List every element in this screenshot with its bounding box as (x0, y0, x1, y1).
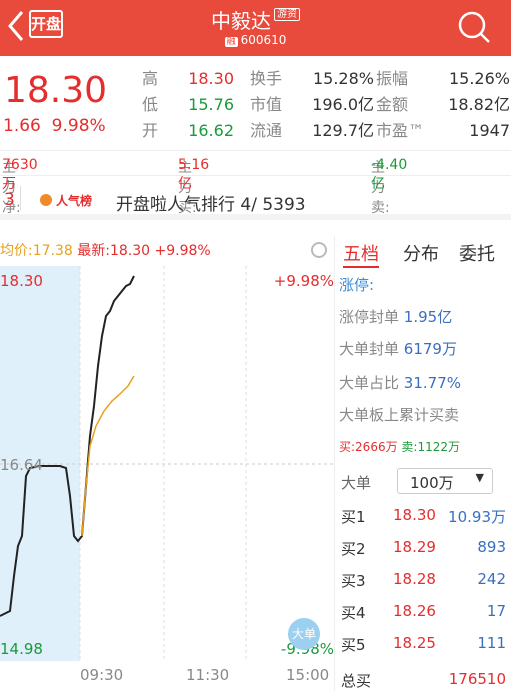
quote-cell-value: 18.82亿 (448, 95, 510, 114)
level-label: 买5 (341, 636, 366, 654)
accum-label: 大单板上累计买卖 (339, 406, 460, 424)
quote-cell-value: 16.62 (188, 121, 234, 140)
big-order-select-row: 大单 100万 ▼ (335, 468, 511, 496)
order-book-panel: 五档 分布 委托 涨停: 涨停封单 1.95亿 大单封单 6179万 大单占比 … (334, 236, 511, 691)
quote-cell-label: 市值 (250, 95, 283, 114)
search-icon[interactable] (455, 8, 495, 48)
rank-number: 3 (4, 190, 15, 210)
tab-five-levels[interactable]: 五档 (343, 240, 379, 268)
threshold-select[interactable]: 100万 ▼ (397, 468, 493, 494)
rank-text: 开盘啦人气排行 4/ 5393 (116, 195, 306, 215)
main-fund-flow: 主力净: 7630万 主力买: 5.16亿 主力卖: -4.40亿 (0, 150, 511, 216)
price-change: 1.66 9.98% (3, 116, 106, 136)
margin-tag: 融 (224, 37, 238, 47)
stock-code: 融 600610 (224, 33, 287, 47)
level-volume: 17 (486, 602, 506, 620)
quote-cell: 开 16.62 (142, 120, 234, 142)
quote-cell: 高 18.30 (142, 68, 234, 90)
quote-cell-value: 18.30 (188, 69, 234, 88)
level-label: 买2 (341, 540, 366, 558)
order-level-row: 买5 18.25 111 (335, 634, 511, 658)
limit-up-label: 涨停: (339, 276, 375, 294)
panel-tabs: 五档 分布 委托 (335, 240, 511, 268)
quote-cell: 振幅 15.26% (376, 68, 510, 90)
quote-cell-value: 129.7亿 (312, 121, 374, 140)
quote-cell: 换手 15.28% (250, 68, 374, 90)
name-tag: 游资 (274, 8, 300, 21)
level-price: 18.25 (393, 634, 436, 652)
level-label: 买4 (341, 604, 366, 622)
seal-row: 涨停封单 1.95亿 (339, 308, 453, 326)
level-volume: 242 (477, 570, 506, 588)
level-volume: 893 (477, 538, 506, 556)
quote-cell-label: 换手 (250, 69, 283, 88)
quote-cell-value: 196.0亿 (312, 95, 374, 114)
stock-name: 中毅达 游资 (0, 5, 511, 34)
fire-icon (40, 194, 52, 206)
level-price: 18.30 (393, 506, 436, 524)
quote-cell: 市盈™ 1947 (376, 120, 510, 142)
price-lines (0, 266, 336, 661)
current-price: 18.30 (4, 70, 108, 111)
level-label: 买1 (341, 508, 366, 526)
quote-cell-label: 振幅 (376, 69, 409, 88)
quote-cell: 市值 196.0亿 (250, 94, 374, 116)
popularity-rank[interactable]: 3 人气榜 开盘啦人气排行 4/ 5393 (0, 182, 511, 220)
level-price: 18.28 (393, 570, 436, 588)
intraday-chart[interactable]: 均价:17.38 最新:18.30 +9.98% 18.30 16.64 14.… (0, 236, 336, 691)
order-level-row: 买2 18.29 893 (335, 538, 511, 562)
order-level-row: 买3 18.28 242 (335, 570, 511, 594)
quote-cell-value: 15.26% (448, 69, 510, 88)
level-price: 18.29 (393, 538, 436, 556)
quote-panel: 18.30 1.66 9.98% 高 18.30 换手 15.28% 振幅 15.26% 低… (0, 60, 511, 148)
quote-cell-value: 15.76 (188, 95, 234, 114)
big-seal-row: 大单封单 6179万 (339, 340, 457, 358)
quote-cell: 金额 18.82亿 (376, 94, 510, 116)
price-mid: 16.64 (0, 456, 43, 474)
big-order-badge[interactable]: 大单 (288, 618, 320, 650)
tab-orders[interactable]: 委托 (459, 240, 495, 266)
quote-cell: 流通 129.7亿 (250, 120, 374, 142)
total-buy-row: 总买 176510 (341, 670, 506, 690)
quote-cell-value: 15.28% (312, 69, 374, 88)
quote-cell-label: 低 (142, 95, 159, 114)
quote-cell: 低 15.76 (142, 94, 234, 116)
level-price: 18.26 (393, 602, 436, 620)
chevron-down-icon: ▼ (475, 471, 484, 484)
level-volume: 111 (477, 634, 506, 652)
order-level-row: 买4 18.26 17 (335, 602, 511, 626)
quote-cell-label: 开 (142, 121, 159, 140)
order-level-row: 买1 18.30 10.93万 (335, 506, 511, 530)
level-volume: 10.93万 (448, 508, 506, 526)
buy-sell-row: 买:2666万 卖:1122万 (339, 440, 461, 454)
quote-cell-label: 流通 (250, 121, 283, 140)
level-label: 买3 (341, 572, 366, 590)
big-ratio-row: 大单占比 31.77% (339, 374, 461, 392)
pct-top: +9.98% (273, 272, 334, 290)
quote-cell-label: 金额 (376, 95, 409, 114)
rank-badge: 人气榜 (56, 194, 93, 208)
quote-cell-label: 市盈™ (376, 121, 425, 140)
price-top: 18.30 (0, 272, 43, 290)
quote-cell-label: 高 (142, 69, 159, 88)
time-axis: 09:30 11:30 15:00 (80, 666, 330, 684)
tab-distribution[interactable]: 分布 (403, 240, 439, 266)
price-bottom: 14.98 (0, 640, 43, 658)
top-bar: 开盘 中毅达 游资 融 600610 (0, 0, 511, 56)
quote-cell-value: 1947 (469, 121, 510, 140)
